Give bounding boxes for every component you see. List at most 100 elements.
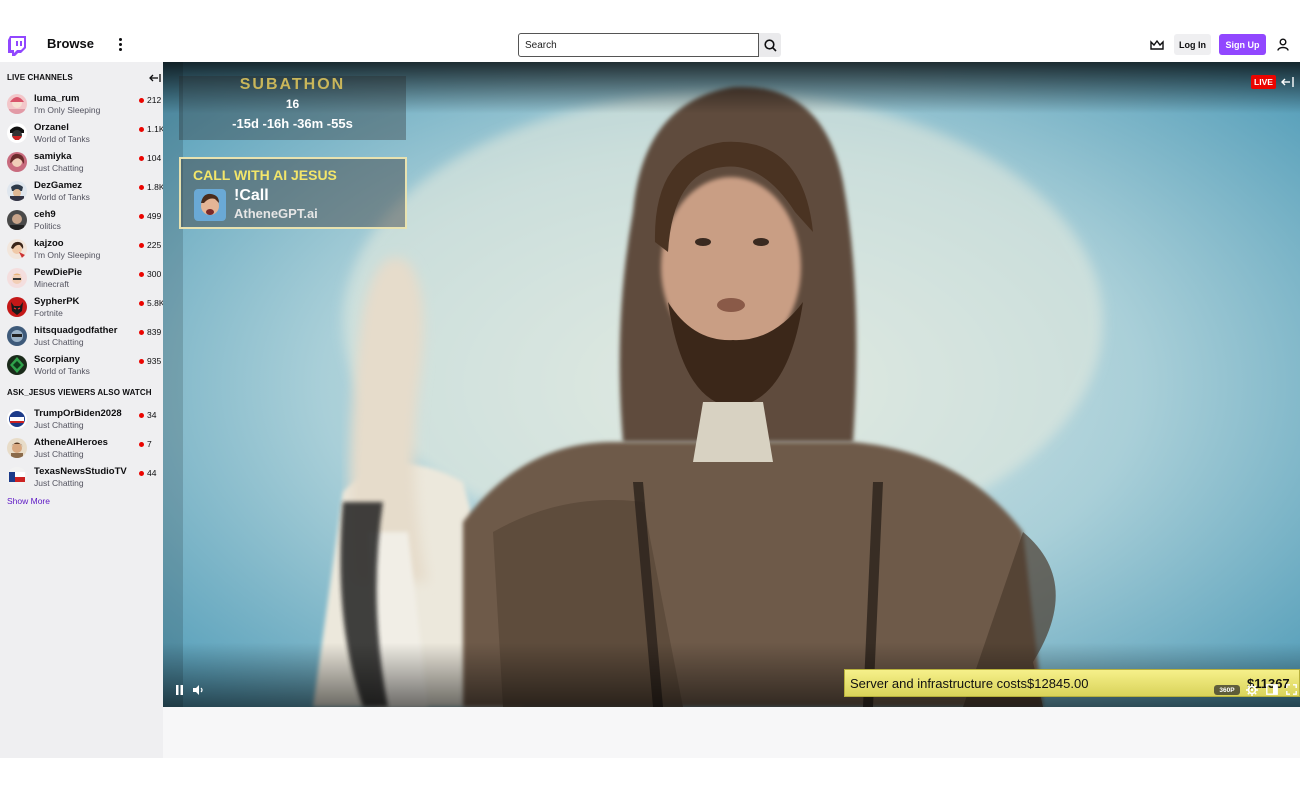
also-watch-header: ASK_JESUS VIEWERS ALSO WATCH bbox=[7, 388, 152, 397]
sidebar-channel-sypherpk[interactable]: SypherPK Fortnite 5.8K bbox=[0, 293, 163, 322]
viewer-count: 839 bbox=[147, 327, 162, 337]
sidebar-channel-ceh9[interactable]: ceh9 Politics 499 bbox=[0, 206, 163, 235]
signup-button[interactable]: Sign Up bbox=[1219, 34, 1266, 55]
viewer-count: 212 bbox=[147, 95, 162, 105]
kebab-menu-icon[interactable] bbox=[117, 37, 123, 53]
avatar bbox=[7, 123, 27, 143]
avatar bbox=[7, 268, 27, 288]
live-dot bbox=[139, 185, 144, 190]
settings-gear-icon[interactable] bbox=[1246, 684, 1258, 696]
avatar bbox=[7, 297, 27, 317]
live-dot bbox=[139, 301, 144, 306]
channel-name: AtheneAIHeroes bbox=[34, 437, 108, 448]
channel-category: Just Chatting bbox=[34, 420, 84, 430]
viewer-count: 1.1K bbox=[147, 124, 163, 134]
top-nav: Browse Log In Sign Up bbox=[0, 28, 1300, 62]
channel-category: I'm Only Sleeping bbox=[34, 250, 101, 260]
avatar bbox=[7, 210, 27, 230]
live-dot bbox=[139, 98, 144, 103]
channel-category: I'm Only Sleeping bbox=[34, 105, 101, 115]
call-with-ai-panel: CALL WITH AI JESUS !Call AtheneGPT.ai bbox=[179, 157, 407, 229]
volume-icon[interactable] bbox=[193, 685, 204, 695]
sidebar-channel-texasnewsstudiotv[interactable]: TexasNewsStudioTV Just Chatting 44 bbox=[0, 463, 163, 492]
viewer-count: 499 bbox=[147, 211, 162, 221]
subathon-count: 16 bbox=[285, 97, 300, 111]
live-channels-header: LIVE CHANNELS bbox=[7, 73, 73, 82]
viewer-count: 300 bbox=[147, 269, 162, 279]
avatar bbox=[7, 181, 27, 201]
crown-icon[interactable] bbox=[1150, 39, 1164, 51]
channel-category: Just Chatting bbox=[34, 163, 84, 173]
live-badge: LIVE bbox=[1251, 75, 1276, 89]
theatre-mode-icon[interactable] bbox=[1266, 684, 1278, 695]
search-input[interactable] bbox=[518, 33, 759, 57]
live-dot bbox=[139, 243, 144, 248]
channel-name: kajzoo bbox=[34, 238, 64, 249]
avatar bbox=[7, 467, 27, 487]
login-button[interactable]: Log In bbox=[1174, 34, 1211, 55]
sidebar-channel-pewdiepie[interactable]: PewDiePie Minecraft 300 bbox=[0, 264, 163, 293]
sidebar-channel-samiyka[interactable]: samiyka Just Chatting 104 bbox=[0, 148, 163, 177]
viewer-count: 7 bbox=[147, 439, 152, 449]
channel-name: SypherPK bbox=[34, 296, 80, 307]
live-dot bbox=[139, 330, 144, 335]
live-dot bbox=[139, 413, 144, 418]
sidebar-channel-scorpiany[interactable]: Scorpiany World of Tanks 935 bbox=[0, 351, 163, 380]
sidebar-channel-hitsquadgodfather[interactable]: hitsquadgodfather Just Chatting 839 bbox=[0, 322, 163, 351]
sidebar-channel-atheneaiheroes[interactable]: AtheneAIHeroes Just Chatting 7 bbox=[0, 434, 163, 463]
user-icon[interactable] bbox=[1277, 38, 1289, 51]
avatar bbox=[7, 355, 27, 375]
avatar bbox=[7, 94, 27, 114]
channel-name: hitsquadgodfather bbox=[34, 325, 118, 336]
sidebar-channel-kajzoo[interactable]: kajzoo I'm Only Sleeping 225 bbox=[0, 235, 163, 264]
avatar bbox=[7, 152, 27, 172]
call-title: CALL WITH AI JESUS bbox=[193, 167, 337, 183]
sidebar-channel-luma-rum[interactable]: luma_rum I'm Only Sleeping 212 bbox=[0, 90, 163, 119]
avatar bbox=[7, 239, 27, 259]
channel-category: Just Chatting bbox=[34, 337, 84, 347]
search-bar bbox=[518, 33, 781, 57]
collapse-chat-icon[interactable] bbox=[1281, 77, 1294, 87]
call-command: !Call bbox=[234, 187, 269, 204]
sidebar-channel-trumporbiden2028[interactable]: TrumpOrBiden2028 Just Chatting 34 bbox=[0, 405, 163, 434]
subathon-panel: SUBATHON 16 -15d -16h -36m -55s bbox=[179, 76, 406, 140]
twitch-logo-icon[interactable] bbox=[8, 36, 26, 56]
video-player[interactable]: SUBATHON 16 -15d -16h -36m -55s CALL WIT… bbox=[163, 62, 1300, 707]
live-dot bbox=[139, 127, 144, 132]
viewer-count: 44 bbox=[147, 468, 157, 478]
channel-name: Orzanel bbox=[34, 122, 69, 133]
fullscreen-icon[interactable] bbox=[1286, 684, 1297, 695]
search-icon bbox=[763, 38, 777, 52]
avatar bbox=[7, 409, 27, 429]
browse-link[interactable]: Browse bbox=[47, 36, 94, 51]
live-dot bbox=[139, 156, 144, 161]
channel-name: samiyka bbox=[34, 151, 72, 162]
sidebar-channel-dezgamez[interactable]: DezGamez World of Tanks 1.8K bbox=[0, 177, 163, 206]
channel-name: PewDiePie bbox=[34, 267, 83, 278]
avatar bbox=[7, 326, 27, 346]
quality-badge[interactable]: 360P bbox=[1214, 685, 1240, 695]
channel-name: Scorpiany bbox=[34, 354, 80, 365]
channel-category: Just Chatting bbox=[34, 478, 84, 488]
viewer-count: 225 bbox=[147, 240, 162, 250]
live-dot bbox=[139, 359, 144, 364]
pause-icon[interactable] bbox=[175, 685, 184, 695]
live-dot bbox=[139, 272, 144, 277]
costs-text: Server and infrastructure costs$12845.00 bbox=[850, 676, 1089, 691]
viewer-count: 5.8K bbox=[147, 298, 163, 308]
live-dot bbox=[139, 442, 144, 447]
sidebar-channel-orzanel[interactable]: Orzanel World of Tanks 1.1K bbox=[0, 119, 163, 148]
channel-category: World of Tanks bbox=[34, 366, 90, 376]
show-more-link[interactable]: Show More bbox=[7, 496, 50, 506]
viewer-count: 1.8K bbox=[147, 182, 163, 192]
channel-category: Just Chatting bbox=[34, 449, 84, 459]
channel-name: luma_rum bbox=[34, 93, 80, 104]
viewer-count: 104 bbox=[147, 153, 162, 163]
collapse-sidebar-icon[interactable] bbox=[149, 73, 161, 83]
channel-name: TrumpOrBiden2028 bbox=[34, 408, 122, 419]
channel-name: ceh9 bbox=[34, 209, 56, 220]
search-button[interactable] bbox=[759, 33, 781, 57]
channel-name: DezGamez bbox=[34, 180, 83, 191]
channel-name: TexasNewsStudioTV bbox=[34, 466, 127, 477]
call-site: AtheneGPT.ai bbox=[234, 206, 318, 221]
